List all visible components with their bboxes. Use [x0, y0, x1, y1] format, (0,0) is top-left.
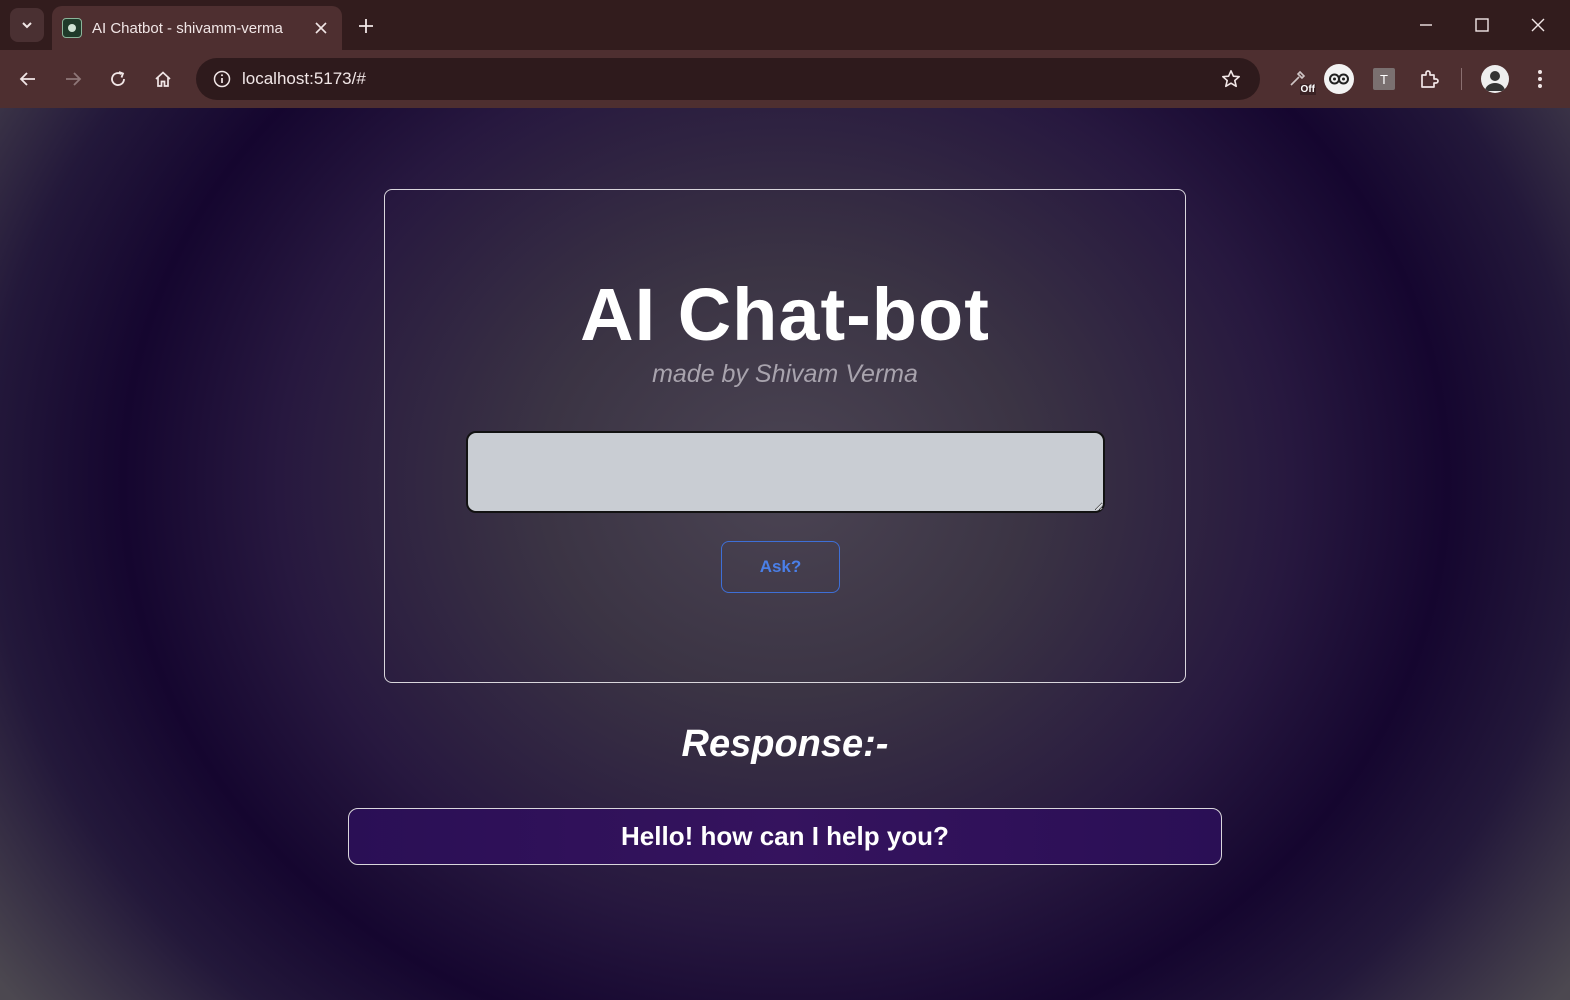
- close-icon: [315, 22, 327, 34]
- forward-button[interactable]: [57, 63, 89, 95]
- response-text: Hello! how can I help you?: [621, 821, 949, 851]
- tab-close-button[interactable]: [310, 17, 332, 39]
- maximize-button[interactable]: [1460, 8, 1504, 42]
- new-tab-button[interactable]: [352, 12, 380, 40]
- owl-icon: [1324, 64, 1354, 94]
- app-title: AI Chat-bot: [580, 273, 990, 356]
- tab-title: AI Chatbot - shivamm-verma: [92, 19, 283, 37]
- tab-strip: AI Chatbot - shivamm-verma: [0, 0, 1570, 50]
- chevron-down-icon: [22, 22, 32, 29]
- puzzle-icon: [1421, 70, 1439, 88]
- tab-search-button[interactable]: [10, 8, 44, 42]
- minimize-icon: [1420, 24, 1432, 26]
- maximize-icon: [1475, 18, 1489, 32]
- profile-button[interactable]: [1478, 62, 1512, 96]
- home-button[interactable]: [147, 63, 179, 95]
- extension-off-badge: Off: [1299, 84, 1316, 95]
- favicon-icon: [62, 18, 82, 38]
- more-vertical-icon: [1538, 70, 1542, 88]
- address-bar[interactable]: localhost:5173/#: [196, 58, 1260, 100]
- toolbar-divider: [1461, 68, 1462, 90]
- browser-toolbar: localhost:5173/# Off T: [0, 50, 1570, 108]
- close-window-button[interactable]: [1516, 8, 1560, 42]
- ask-button[interactable]: Ask?: [721, 541, 840, 593]
- response-box: Hello! how can I help you?: [348, 808, 1222, 865]
- back-button[interactable]: [12, 63, 44, 95]
- bookmark-button[interactable]: [1214, 62, 1248, 96]
- response-heading: Response:-: [681, 723, 889, 765]
- star-icon: [1222, 70, 1240, 88]
- plus-icon: [359, 19, 373, 33]
- arrow-right-icon: [66, 72, 82, 86]
- home-icon: [155, 71, 171, 87]
- extension-owl-button[interactable]: [1322, 62, 1356, 96]
- url-text[interactable]: localhost:5173/#: [242, 69, 1214, 89]
- prompt-input[interactable]: [466, 431, 1105, 513]
- info-icon: [213, 70, 231, 88]
- reload-button[interactable]: [102, 63, 134, 95]
- active-tab[interactable]: AI Chatbot - shivamm-verma: [52, 6, 342, 50]
- extensions-button[interactable]: [1412, 62, 1446, 96]
- extension-t-button[interactable]: T: [1367, 62, 1401, 96]
- page-content: AI Chat-bot made by Shivam Verma Ask? Re…: [0, 108, 1570, 1000]
- minimize-button[interactable]: [1404, 8, 1448, 42]
- reload-icon: [111, 71, 125, 86]
- close-icon: [1531, 18, 1545, 32]
- extension-t-icon: T: [1373, 68, 1395, 90]
- menu-button[interactable]: [1523, 62, 1557, 96]
- site-info-button[interactable]: [208, 65, 236, 93]
- avatar-icon: [1481, 65, 1509, 93]
- chat-card: AI Chat-bot made by Shivam Verma Ask?: [384, 189, 1186, 683]
- arrow-left-icon: [19, 72, 35, 86]
- app-subtitle: made by Shivam Verma: [652, 360, 918, 388]
- extension-off-button[interactable]: Off: [1280, 62, 1316, 96]
